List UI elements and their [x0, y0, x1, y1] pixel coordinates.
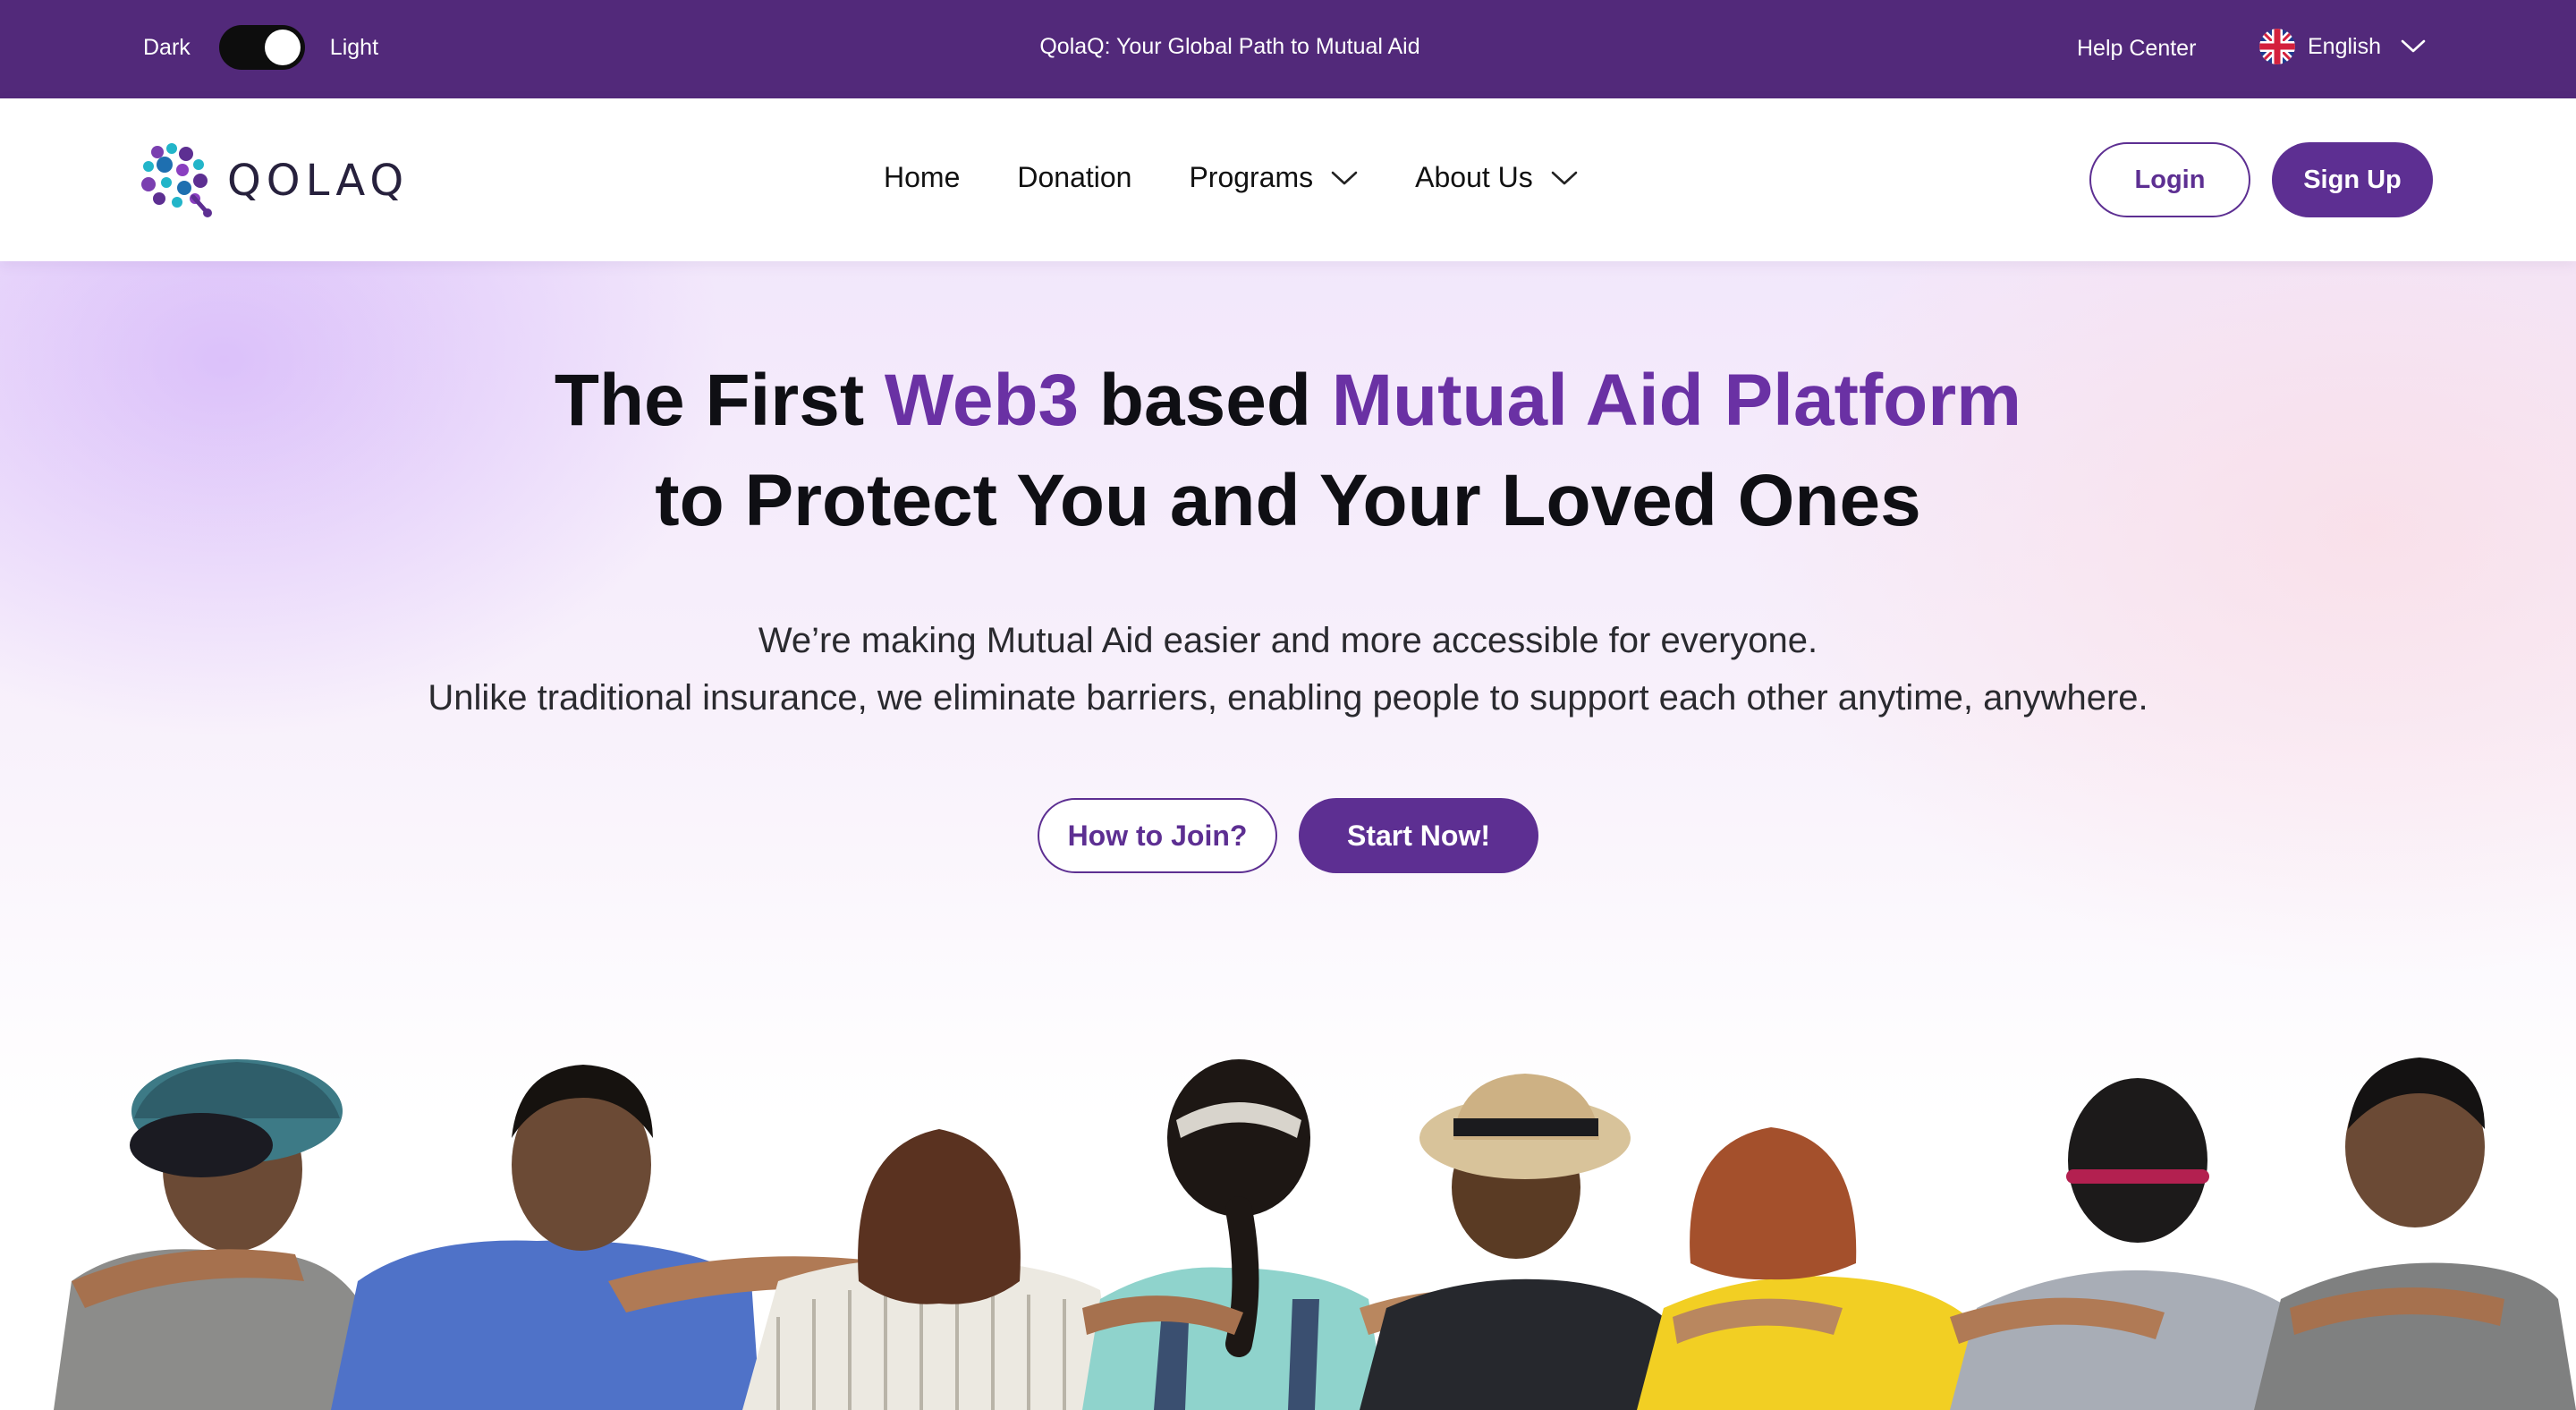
headline-highlight-platform: Mutual Aid Platform	[1331, 360, 2022, 441]
hero-section: The First Web3 based Mutual Aid Platform…	[0, 261, 2576, 1410]
site-logo[interactable]: QOLAQ	[141, 143, 409, 218]
nav-about-us[interactable]: About Us	[1415, 161, 1578, 194]
top-bar: Dark Light QolaQ: Your Global Path to Mu…	[0, 0, 2576, 98]
hero-subtext-line-2: Unlike traditional insurance, we elimina…	[428, 678, 2148, 718]
headline-highlight-web3: Web3	[884, 360, 1080, 441]
hero-headline: The First Web3 based Mutual Aid Platform…	[0, 351, 2576, 551]
nav-links: Home Donation Programs About Us	[884, 161, 1578, 194]
nav-home-label: Home	[884, 161, 961, 193]
hero-subtext: We’re making Mutual Aid easier and more …	[0, 612, 2576, 726]
chevron-down-icon	[1551, 171, 1578, 184]
headline-text: The First	[554, 360, 885, 441]
language-label: English	[2308, 33, 2381, 59]
uk-flag-icon	[2259, 29, 2295, 64]
nav-programs[interactable]: Programs	[1189, 161, 1358, 194]
start-now-button[interactable]: Start Now!	[1299, 798, 1538, 873]
nav-donation-label: Donation	[1017, 161, 1132, 193]
login-button[interactable]: Login	[2089, 142, 2250, 217]
language-selector[interactable]: English	[2259, 29, 2426, 64]
main-navbar: QOLAQ Home Donation Programs About Us Lo…	[0, 98, 2576, 261]
qolaq-logo-icon	[141, 143, 212, 217]
help-center-link[interactable]: Help Center	[2077, 36, 2196, 62]
headline-text: based	[1079, 360, 1332, 441]
nav-programs-label: Programs	[1189, 161, 1314, 193]
how-to-join-button[interactable]: How to Join?	[1038, 798, 1277, 873]
chevron-down-icon	[2401, 39, 2426, 53]
headline-line-2: to Protect You and Your Loved Ones	[655, 460, 1921, 541]
chevron-down-icon	[1331, 171, 1358, 184]
hero-cta-row: How to Join? Start Now!	[0, 798, 2576, 873]
nav-donation[interactable]: Donation	[1017, 161, 1131, 194]
sign-up-button[interactable]: Sign Up	[2272, 142, 2433, 217]
hero-group-photo	[54, 1058, 2576, 1410]
nav-about-us-label: About Us	[1415, 161, 1533, 193]
logo-wordmark: QOLAQ	[227, 156, 410, 206]
hero-subtext-line-1: We’re making Mutual Aid easier and more …	[758, 621, 1818, 660]
nav-home[interactable]: Home	[884, 161, 960, 194]
